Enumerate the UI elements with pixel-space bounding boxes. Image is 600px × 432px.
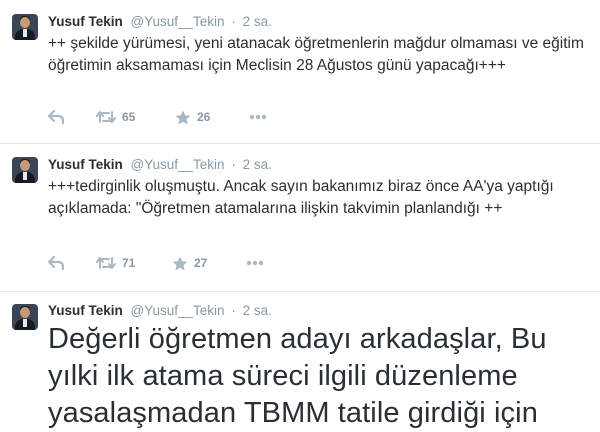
more-icon [249,114,267,120]
retweet-icon [96,110,116,124]
tweet-text: Değerli öğretmen adayı arkadaşlar, Bu yı… [48,323,547,429]
reply-icon [48,256,64,270]
separator-dot: · [231,157,236,172]
separator-dot: · [231,303,236,318]
tweet-header: Yusuf Tekin @Yusuf__Tekin · 2 sa. [48,303,272,318]
avatar[interactable] [12,14,38,40]
tweet-header: Yusuf Tekin @Yusuf__Tekin · 2 sa. [48,14,272,29]
tweet-text: +++tedirginlik oluşmuştu. Ancak sayın ba… [48,178,554,217]
retweet-button[interactable]: 71 [96,254,135,272]
author-name[interactable]: Yusuf Tekin [48,14,123,29]
author-handle[interactable]: @Yusuf__Tekin [131,14,225,29]
star-icon [175,110,191,125]
reply-button[interactable] [48,108,64,126]
tweet-timestamp[interactable]: 2 sa. [243,157,272,172]
reply-button[interactable] [48,254,64,272]
tweet-actions: 71 27 [48,254,348,272]
author-name[interactable]: Yusuf Tekin [48,157,123,172]
more-icon [246,260,264,266]
favorite-button[interactable]: 27 [172,254,207,272]
favorite-count: 26 [197,110,211,124]
favorite-count: 27 [194,256,208,270]
avatar[interactable] [12,157,38,183]
tweet-timestamp[interactable]: 2 sa. [243,303,272,318]
tweet-2[interactable]: Yusuf Tekin @Yusuf__Tekin · 2 sa. +++ted… [0,143,600,291]
tweet-actions: 65 26 [48,108,348,126]
tweet-1[interactable]: Yusuf Tekin @Yusuf__Tekin · 2 sa. ++ şek… [0,0,600,143]
retweet-button[interactable]: 65 [96,108,135,126]
avatar[interactable] [12,304,38,330]
tweet-3[interactable]: Yusuf Tekin @Yusuf__Tekin · 2 sa. Değerl… [0,291,600,429]
author-name[interactable]: Yusuf Tekin [48,303,123,318]
author-handle[interactable]: @Yusuf__Tekin [131,303,225,318]
separator-dot: · [231,14,236,29]
reply-icon [48,110,64,124]
more-button[interactable] [246,254,264,272]
retweet-count: 71 [122,256,136,270]
star-icon [172,256,188,271]
retweet-icon [96,256,116,270]
tweet-timestamp[interactable]: 2 sa. [243,14,272,29]
more-button[interactable] [249,108,267,126]
favorite-button[interactable]: 26 [175,108,210,126]
retweet-count: 65 [122,110,136,124]
author-handle[interactable]: @Yusuf__Tekin [131,157,225,172]
tweet-text: ++ şekilde yürümesi, yeni atanacak öğret… [48,35,584,74]
tweet-header: Yusuf Tekin @Yusuf__Tekin · 2 sa. [48,157,272,172]
